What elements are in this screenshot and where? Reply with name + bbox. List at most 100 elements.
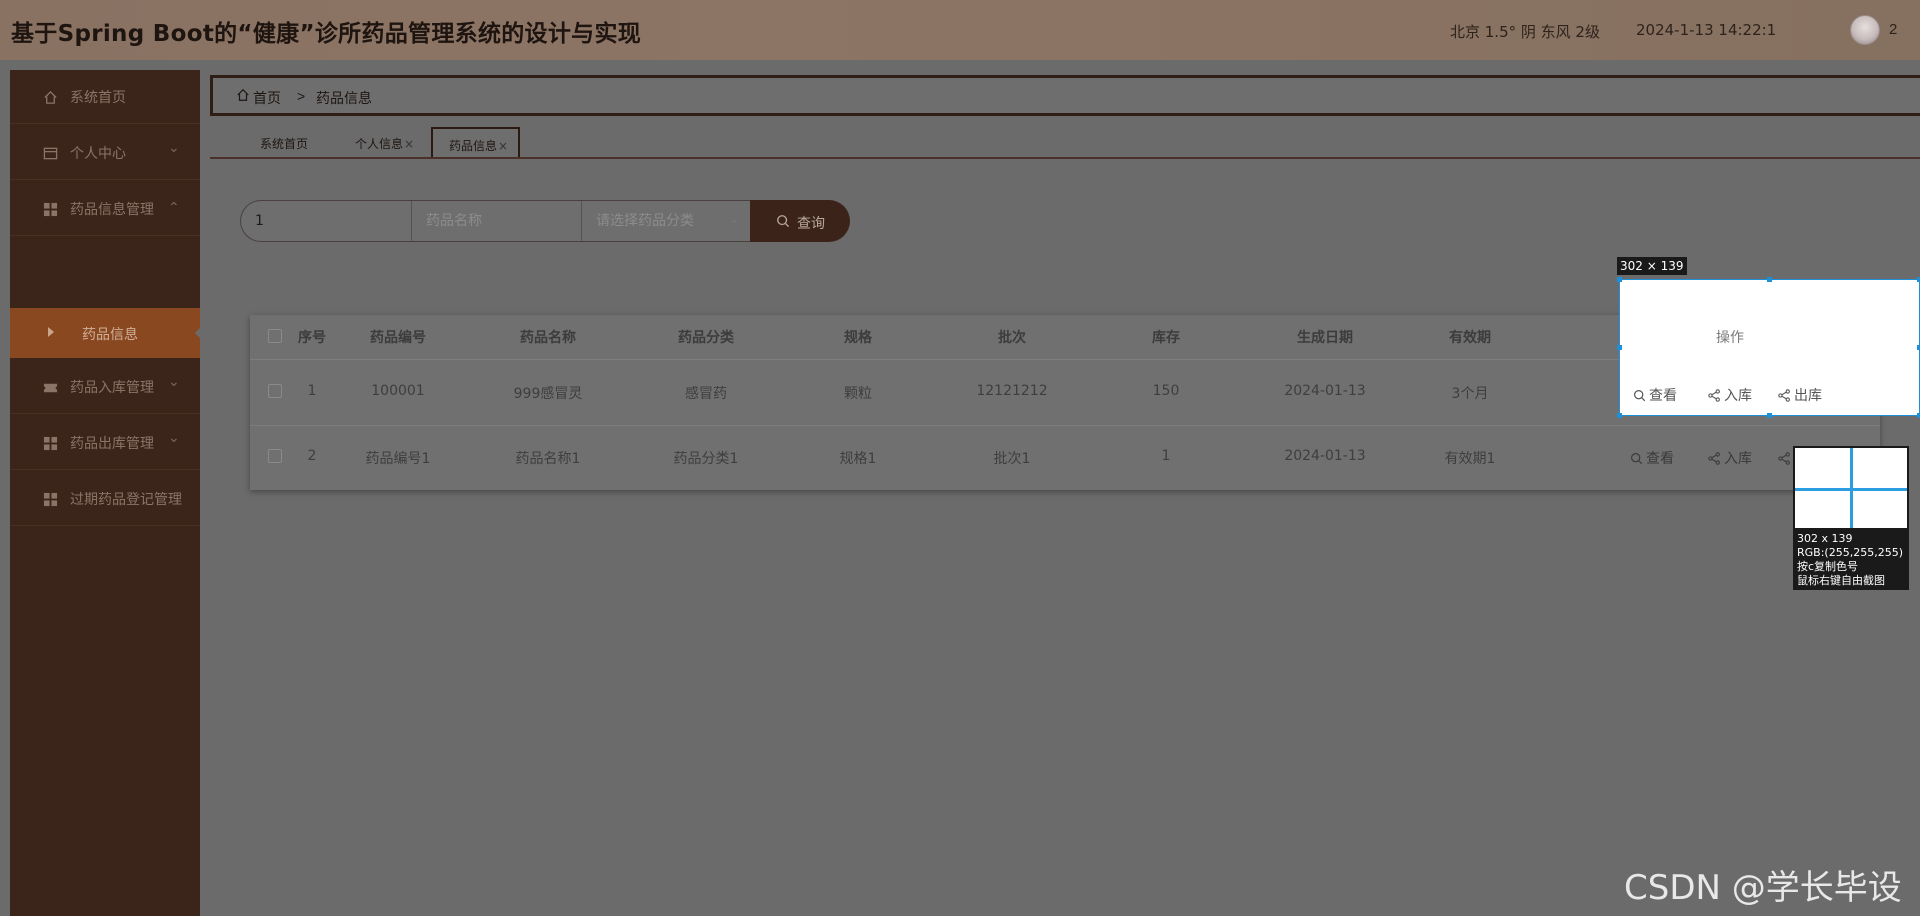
cell-drug-code: 100001 bbox=[371, 383, 425, 399]
breadcrumb-home-link[interactable]: 首页 bbox=[253, 88, 281, 108]
home-icon bbox=[237, 88, 249, 101]
cell-batch: 12121212 bbox=[976, 383, 1048, 399]
tab-personal-info[interactable]: 个人信息× bbox=[355, 127, 414, 157]
tab-home[interactable]: 系统首页 bbox=[260, 127, 308, 157]
cell-stock: 150 bbox=[1152, 383, 1180, 399]
card-icon bbox=[43, 147, 58, 160]
grid-icon bbox=[43, 202, 58, 217]
cell-drug-code: 药品编号1 bbox=[365, 451, 431, 467]
search-input-1[interactable] bbox=[241, 201, 411, 241]
cell-drug-name: 药品名称1 bbox=[515, 451, 581, 467]
col-header-production-date: 生成日期 bbox=[1297, 330, 1353, 346]
avatar[interactable] bbox=[1850, 15, 1880, 45]
tabs-divider bbox=[210, 157, 1920, 159]
view-button[interactable]: 查看 bbox=[1630, 448, 1674, 468]
sidebar-subitem-label: 药品信息 bbox=[82, 327, 138, 343]
cell-production-date: 2024-01-13 bbox=[1284, 383, 1366, 399]
drug-category-select[interactable] bbox=[582, 201, 750, 241]
tab-label: 药品信息 bbox=[449, 139, 498, 153]
cell-index: 2 bbox=[307, 448, 317, 464]
col-header-drug-name: 药品名称 bbox=[520, 330, 576, 346]
sidebar-item-personal-center[interactable]: 个人中心 ⌄ bbox=[10, 126, 200, 180]
chevron-down-icon: ⌄ bbox=[168, 373, 180, 389]
chevron-down-icon: ⌄ bbox=[729, 212, 740, 226]
search-icon bbox=[1631, 453, 1643, 465]
magnifier-size: 302 x 139 bbox=[1797, 532, 1853, 545]
share-icon bbox=[1778, 389, 1790, 402]
resize-handle[interactable] bbox=[1617, 277, 1622, 282]
stock-in-button[interactable]: 入库 bbox=[1708, 385, 1752, 405]
tab-label: 系统首页 bbox=[260, 137, 309, 151]
sidebar-item-drug-out-manage[interactable]: 药品出库管理 ⌄ bbox=[10, 416, 200, 470]
tab-drug-info[interactable]: 药品信息× bbox=[431, 127, 520, 157]
cell-drug-category: 药品分类1 bbox=[673, 451, 739, 467]
magnifier-rgb: RGB:(255,255,255) bbox=[1797, 546, 1903, 559]
query-button[interactable]: 查询 bbox=[750, 200, 850, 242]
magnifier-capture-hint: 鼠标右键自由截图 bbox=[1797, 574, 1885, 587]
resize-handle[interactable] bbox=[1767, 413, 1772, 418]
cell-index: 1 bbox=[307, 383, 317, 399]
sidebar-item-label: 药品入库管理 bbox=[70, 380, 154, 396]
sidebar-subitem-drug-info[interactable]: 药品信息 bbox=[10, 308, 201, 358]
sidebar-item-home[interactable]: 系统首页 bbox=[10, 70, 200, 124]
selection-size-label: 302 × 139 bbox=[1617, 257, 1687, 275]
tab-label: 个人信息 bbox=[355, 137, 404, 151]
home-icon bbox=[44, 90, 57, 104]
resize-handle[interactable] bbox=[1617, 345, 1622, 350]
watermark: CSDN @学长毕设 bbox=[1624, 868, 1902, 908]
stock-out-button[interactable]: 出库 bbox=[1778, 385, 1822, 405]
share-icon bbox=[1778, 452, 1790, 465]
col-header-actions: 操作 bbox=[1716, 330, 1744, 346]
cell-production-date: 2024-01-13 bbox=[1284, 448, 1366, 464]
cell-spec: 颗粒 bbox=[844, 386, 872, 402]
avatar-label[interactable]: 2 bbox=[1889, 21, 1897, 38]
ticket-icon bbox=[43, 383, 58, 393]
cell-expiry: 3个月 bbox=[1451, 386, 1489, 402]
sidebar-item-expired-drug-manage[interactable]: 过期药品登记管理 bbox=[10, 472, 200, 526]
top-header: 基于Spring Boot的“健康”诊所药品管理系统的设计与实现 北京 1.5°… bbox=[0, 0, 1920, 60]
col-header-stock: 库存 bbox=[1152, 330, 1180, 346]
stock-in-label: 入库 bbox=[1724, 388, 1752, 404]
row-divider bbox=[250, 425, 1880, 426]
drug-name-input[interactable] bbox=[412, 201, 581, 241]
sidebar-item-label: 系统首页 bbox=[70, 90, 126, 106]
chevron-up-icon: ⌃ bbox=[168, 199, 180, 215]
cell-drug-category: 感冒药 bbox=[685, 386, 727, 402]
cell-spec: 规格1 bbox=[839, 451, 877, 467]
sidebar-item-label: 药品出库管理 bbox=[70, 436, 154, 452]
cell-drug-name: 999感冒灵 bbox=[513, 386, 583, 402]
stock-in-label: 入库 bbox=[1724, 451, 1752, 467]
magnifier-info: 302 x 139 RGB:(255,255,255) 按c复制色号 鼠标右键自… bbox=[1793, 530, 1909, 590]
query-button-label: 查询 bbox=[797, 216, 825, 232]
close-icon[interactable]: × bbox=[498, 139, 508, 153]
active-indicator bbox=[195, 327, 201, 339]
grid-icon bbox=[43, 436, 58, 451]
breadcrumb-current: 药品信息 bbox=[316, 91, 372, 107]
resize-handle[interactable] bbox=[1617, 413, 1622, 418]
stock-in-button[interactable]: 入库 bbox=[1708, 448, 1752, 468]
datetime: 2024-1-13 14:22:1 bbox=[1636, 21, 1777, 39]
cell-expiry: 有效期1 bbox=[1444, 451, 1496, 467]
stock-out-label: 出库 bbox=[1794, 388, 1822, 404]
cell-batch: 批次1 bbox=[993, 451, 1031, 467]
search-icon bbox=[777, 215, 790, 228]
search-bar: ⌄ bbox=[240, 200, 750, 242]
chevron-down-icon: ⌄ bbox=[168, 139, 180, 155]
col-header-index: 序号 bbox=[298, 330, 326, 346]
col-header-batch: 批次 bbox=[998, 330, 1026, 346]
col-header-spec: 规格 bbox=[844, 330, 872, 346]
grid-icon bbox=[43, 492, 58, 507]
close-icon[interactable]: × bbox=[404, 137, 414, 151]
sidebar: 系统首页 个人中心 ⌄ 药品信息管理 ⌃ 药品信息 药品入库管理 ⌄ 药品出库管… bbox=[10, 70, 201, 916]
breadcrumb: 首页 > 药品信息 bbox=[210, 75, 1920, 116]
app-title: 基于Spring Boot的“健康”诊所药品管理系统的设计与实现 bbox=[11, 21, 642, 47]
view-button[interactable]: 查看 bbox=[1633, 385, 1677, 405]
crosshair-vertical bbox=[1850, 448, 1853, 528]
resize-handle[interactable] bbox=[1767, 277, 1772, 282]
share-icon bbox=[1708, 389, 1720, 402]
sidebar-item-drug-in-manage[interactable]: 药品入库管理 ⌄ bbox=[10, 360, 200, 414]
cell-stock: 1 bbox=[1161, 448, 1171, 464]
sidebar-item-drug-info-manage[interactable]: 药品信息管理 ⌃ bbox=[10, 182, 200, 236]
col-header-drug-code: 药品编号 bbox=[370, 330, 426, 346]
view-label: 查看 bbox=[1646, 451, 1674, 467]
